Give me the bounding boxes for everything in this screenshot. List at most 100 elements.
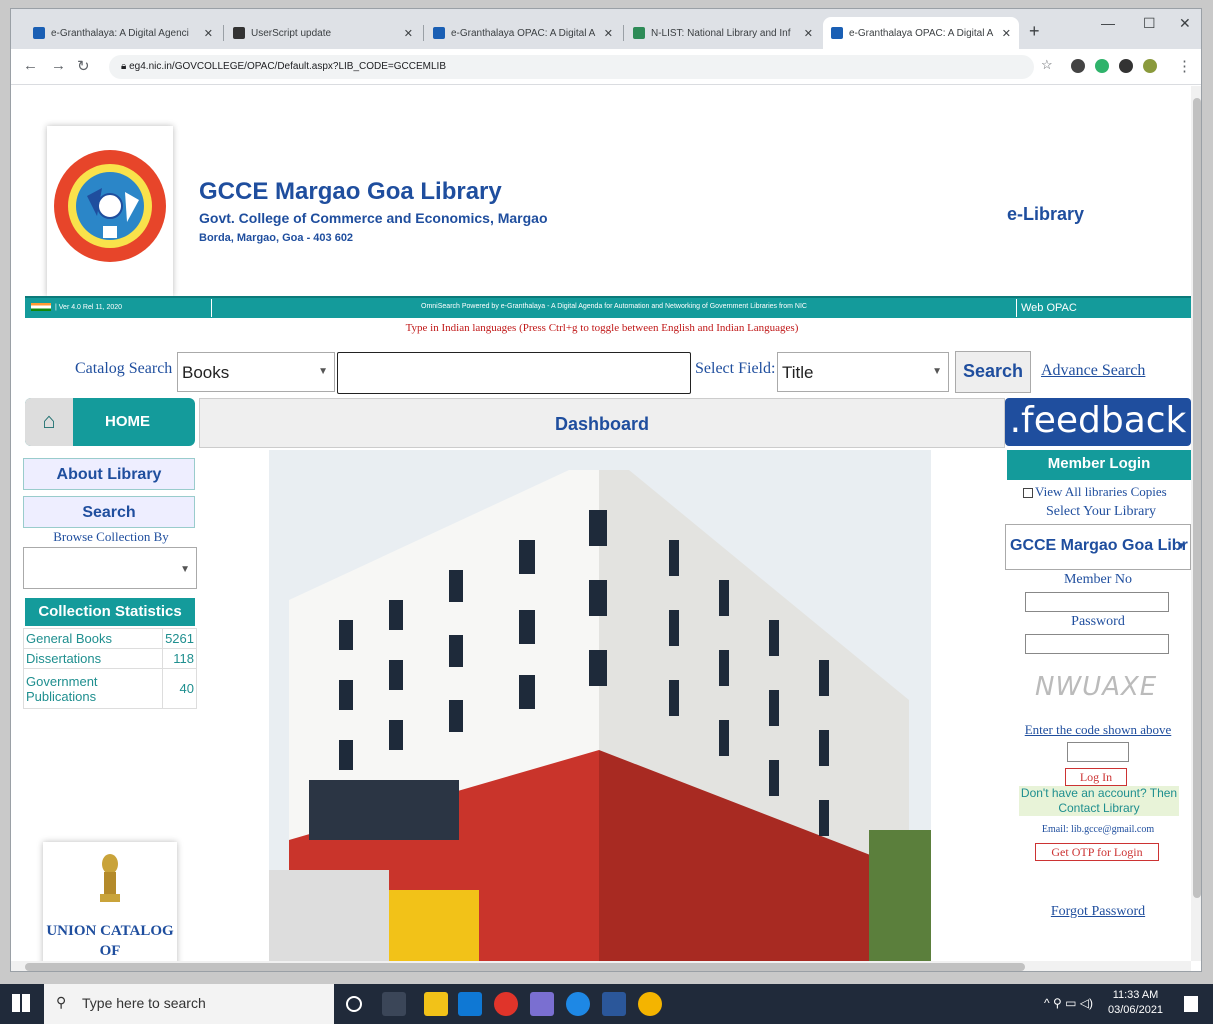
stat-count: 40 xyxy=(162,668,197,709)
info-band: | Ver 4.0 Rel 11, 2020 OmniSearch Powere… xyxy=(25,296,1191,318)
union-catalog-line-1: UNION CATALOG xyxy=(46,923,174,939)
tab-favicon-icon xyxy=(633,27,645,39)
password-field[interactable] xyxy=(1025,634,1169,654)
feedback-button[interactable]: .feedback xyxy=(1005,398,1191,446)
browser-tab-1[interactable]: e-Granthalaya: A Digital Agenci ✕ xyxy=(25,17,221,49)
chevron-down-icon: ▼ xyxy=(1176,541,1186,552)
member-login-header: Member Login xyxy=(1007,450,1191,480)
enter-code-label: Enter the code shown above xyxy=(1024,722,1172,737)
stat-count: 5261 xyxy=(162,628,197,649)
store-icon[interactable] xyxy=(458,992,482,1016)
notifications-icon[interactable] xyxy=(1184,996,1198,1012)
get-otp-button[interactable]: Get OTP for Login xyxy=(1035,843,1159,861)
windows-taskbar: ⚲ Type here to search ^ ⚲ ▭ ◁) 11:33 AM 03… xyxy=(0,984,1213,1024)
maximize-button[interactable]: ☐ xyxy=(1143,15,1156,32)
taskbar-search-box[interactable]: ⚲ Type here to search xyxy=(44,984,334,1024)
windows-start-icon[interactable] xyxy=(12,994,30,1012)
advance-search-link[interactable]: Advance Search xyxy=(1041,362,1145,380)
web-page: GCCE Margao Goa Library Govt. College of… xyxy=(11,86,1191,961)
browser-tab-3[interactable]: e-Granthalaya OPAC: A Digital A ✕ xyxy=(425,17,621,49)
edge-icon[interactable] xyxy=(566,992,590,1016)
tab-strip: e-Granthalaya: A Digital Agenci ✕ UserScr… xyxy=(11,9,1201,49)
tab-favicon-icon xyxy=(433,27,445,39)
password-label: Password xyxy=(1071,614,1125,629)
library-email: Email: lib.gcce@gmail.com xyxy=(1041,824,1155,835)
table-row: General Books 5261 xyxy=(22,628,197,649)
close-tab-icon[interactable]: ✕ xyxy=(204,27,213,40)
chrome-icon[interactable] xyxy=(638,992,662,1016)
dashboard-header: Dashboard xyxy=(199,398,1005,448)
cortana-icon[interactable] xyxy=(346,996,362,1012)
back-icon[interactable]: ← xyxy=(23,57,38,74)
checkbox-icon[interactable] xyxy=(1023,488,1033,499)
home-button[interactable]: ⌂ HOME xyxy=(25,398,195,446)
close-tab-icon[interactable]: ✕ xyxy=(404,27,413,40)
address-bar[interactable]: 🔒︎ eg4.nic.in/GOVCOLLEGE/OPAC/Default.as… xyxy=(109,55,1034,79)
member-no-field[interactable] xyxy=(1025,592,1169,612)
captcha-input[interactable] xyxy=(1067,742,1129,762)
search-nav-button[interactable]: Search xyxy=(23,496,195,528)
search-button[interactable]: Search xyxy=(955,351,1031,393)
new-tab-button[interactable]: + xyxy=(1029,21,1040,42)
extension-icon[interactable] xyxy=(1071,59,1085,73)
browser-toolbar: ← → ↻ 🔒︎ eg4.nic.in/GOVCOLLEGE/OPAC/Defa… xyxy=(11,49,1201,85)
library-select[interactable]: GCCE Margao Goa Libr ▼ xyxy=(1005,524,1191,570)
no-account-note: Don't have an account? Then Contact Libr… xyxy=(1019,786,1179,816)
browse-collection-label: Browse Collection By xyxy=(53,529,169,544)
indian-language-note: Type in Indian languages (Press Ctrl+g t… xyxy=(405,322,799,334)
profile-avatar[interactable] xyxy=(1143,59,1157,73)
horizontal-scrollbar[interactable] xyxy=(11,961,1191,971)
union-catalog-link[interactable]: UNION CATALOG OF GOVERNMENT xyxy=(43,842,177,961)
catalog-type-select[interactable]: Books ▼ xyxy=(177,352,335,392)
close-tab-icon[interactable]: ✕ xyxy=(604,27,613,40)
taskbar-clock[interactable]: 11:33 AM 03/06/2021 xyxy=(1108,988,1163,1018)
reload-icon[interactable]: ↻ xyxy=(77,57,90,75)
college-logo xyxy=(47,126,173,296)
close-tab-icon[interactable]: ✕ xyxy=(804,27,813,40)
close-window-button[interactable]: ✕ xyxy=(1179,15,1191,32)
stat-label: Dissertations xyxy=(22,648,164,669)
task-view-icon[interactable] xyxy=(382,992,406,1016)
extension-icon[interactable] xyxy=(1095,59,1109,73)
college-building-photo xyxy=(269,450,931,961)
captcha-image: NWUAXE xyxy=(1035,668,1156,708)
web-opac-label: Web OPAC xyxy=(1021,302,1077,314)
browse-collection-select[interactable]: ▼ xyxy=(23,547,197,589)
login-button[interactable]: Log In xyxy=(1065,768,1127,786)
bookmark-star-icon[interactable]: ☆ xyxy=(1041,57,1053,73)
chevron-down-icon: ▼ xyxy=(932,366,942,377)
close-tab-icon[interactable]: ✕ xyxy=(1002,27,1011,40)
forward-icon[interactable]: → xyxy=(51,57,66,74)
file-explorer-icon[interactable] xyxy=(424,992,448,1016)
powered-by-text: OmniSearch Powered by e-Granthalaya - A … xyxy=(211,299,1017,317)
stat-count: 118 xyxy=(162,648,197,669)
word-icon[interactable] xyxy=(602,992,626,1016)
tab-favicon-icon xyxy=(33,27,45,39)
scrollbar-thumb[interactable] xyxy=(1193,98,1201,898)
minimize-button[interactable]: — xyxy=(1101,15,1115,31)
browser-tab-4[interactable]: N-LIST: National Library and Inf ✕ xyxy=(625,17,821,49)
version-label: | Ver 4.0 Rel 11, 2020 xyxy=(31,303,122,311)
stat-label: General Books xyxy=(22,628,164,649)
vertical-scrollbar[interactable] xyxy=(1191,86,1201,961)
app-icon[interactable] xyxy=(530,992,554,1016)
table-row: Dissertations 118 xyxy=(22,648,197,669)
library-title: GCCE Margao Goa Library xyxy=(199,178,502,205)
search-field-select[interactable]: Title ▼ xyxy=(777,352,949,392)
browser-tab-5-active[interactable]: e-Granthalaya OPAC: A Digital A ✕ xyxy=(823,17,1019,49)
system-tray-icons[interactable]: ^ ⚲ ▭ ◁) xyxy=(1044,996,1093,1010)
url-text: eg4.nic.in/GOVCOLLEGE/OPAC/Default.aspx?… xyxy=(129,61,446,72)
opera-icon[interactable] xyxy=(494,992,518,1016)
search-input[interactable] xyxy=(337,352,691,394)
forgot-password-link[interactable]: Forgot Password xyxy=(1005,904,1191,920)
stat-label: Government Publications xyxy=(22,668,164,709)
menu-kebab-icon[interactable]: ⋮ xyxy=(1177,57,1192,75)
about-library-button[interactable]: About Library xyxy=(23,458,195,490)
select-field-label: Select Field: xyxy=(695,360,776,377)
tab-favicon-icon xyxy=(233,27,245,39)
chevron-down-icon: ▼ xyxy=(180,564,190,575)
extensions-puzzle-icon[interactable] xyxy=(1119,59,1133,73)
browser-tab-2[interactable]: UserScript update ✕ xyxy=(225,17,421,49)
scrollbar-thumb[interactable] xyxy=(25,963,1025,971)
view-all-copies-checkbox[interactable]: View All libraries Copies xyxy=(1023,484,1167,500)
